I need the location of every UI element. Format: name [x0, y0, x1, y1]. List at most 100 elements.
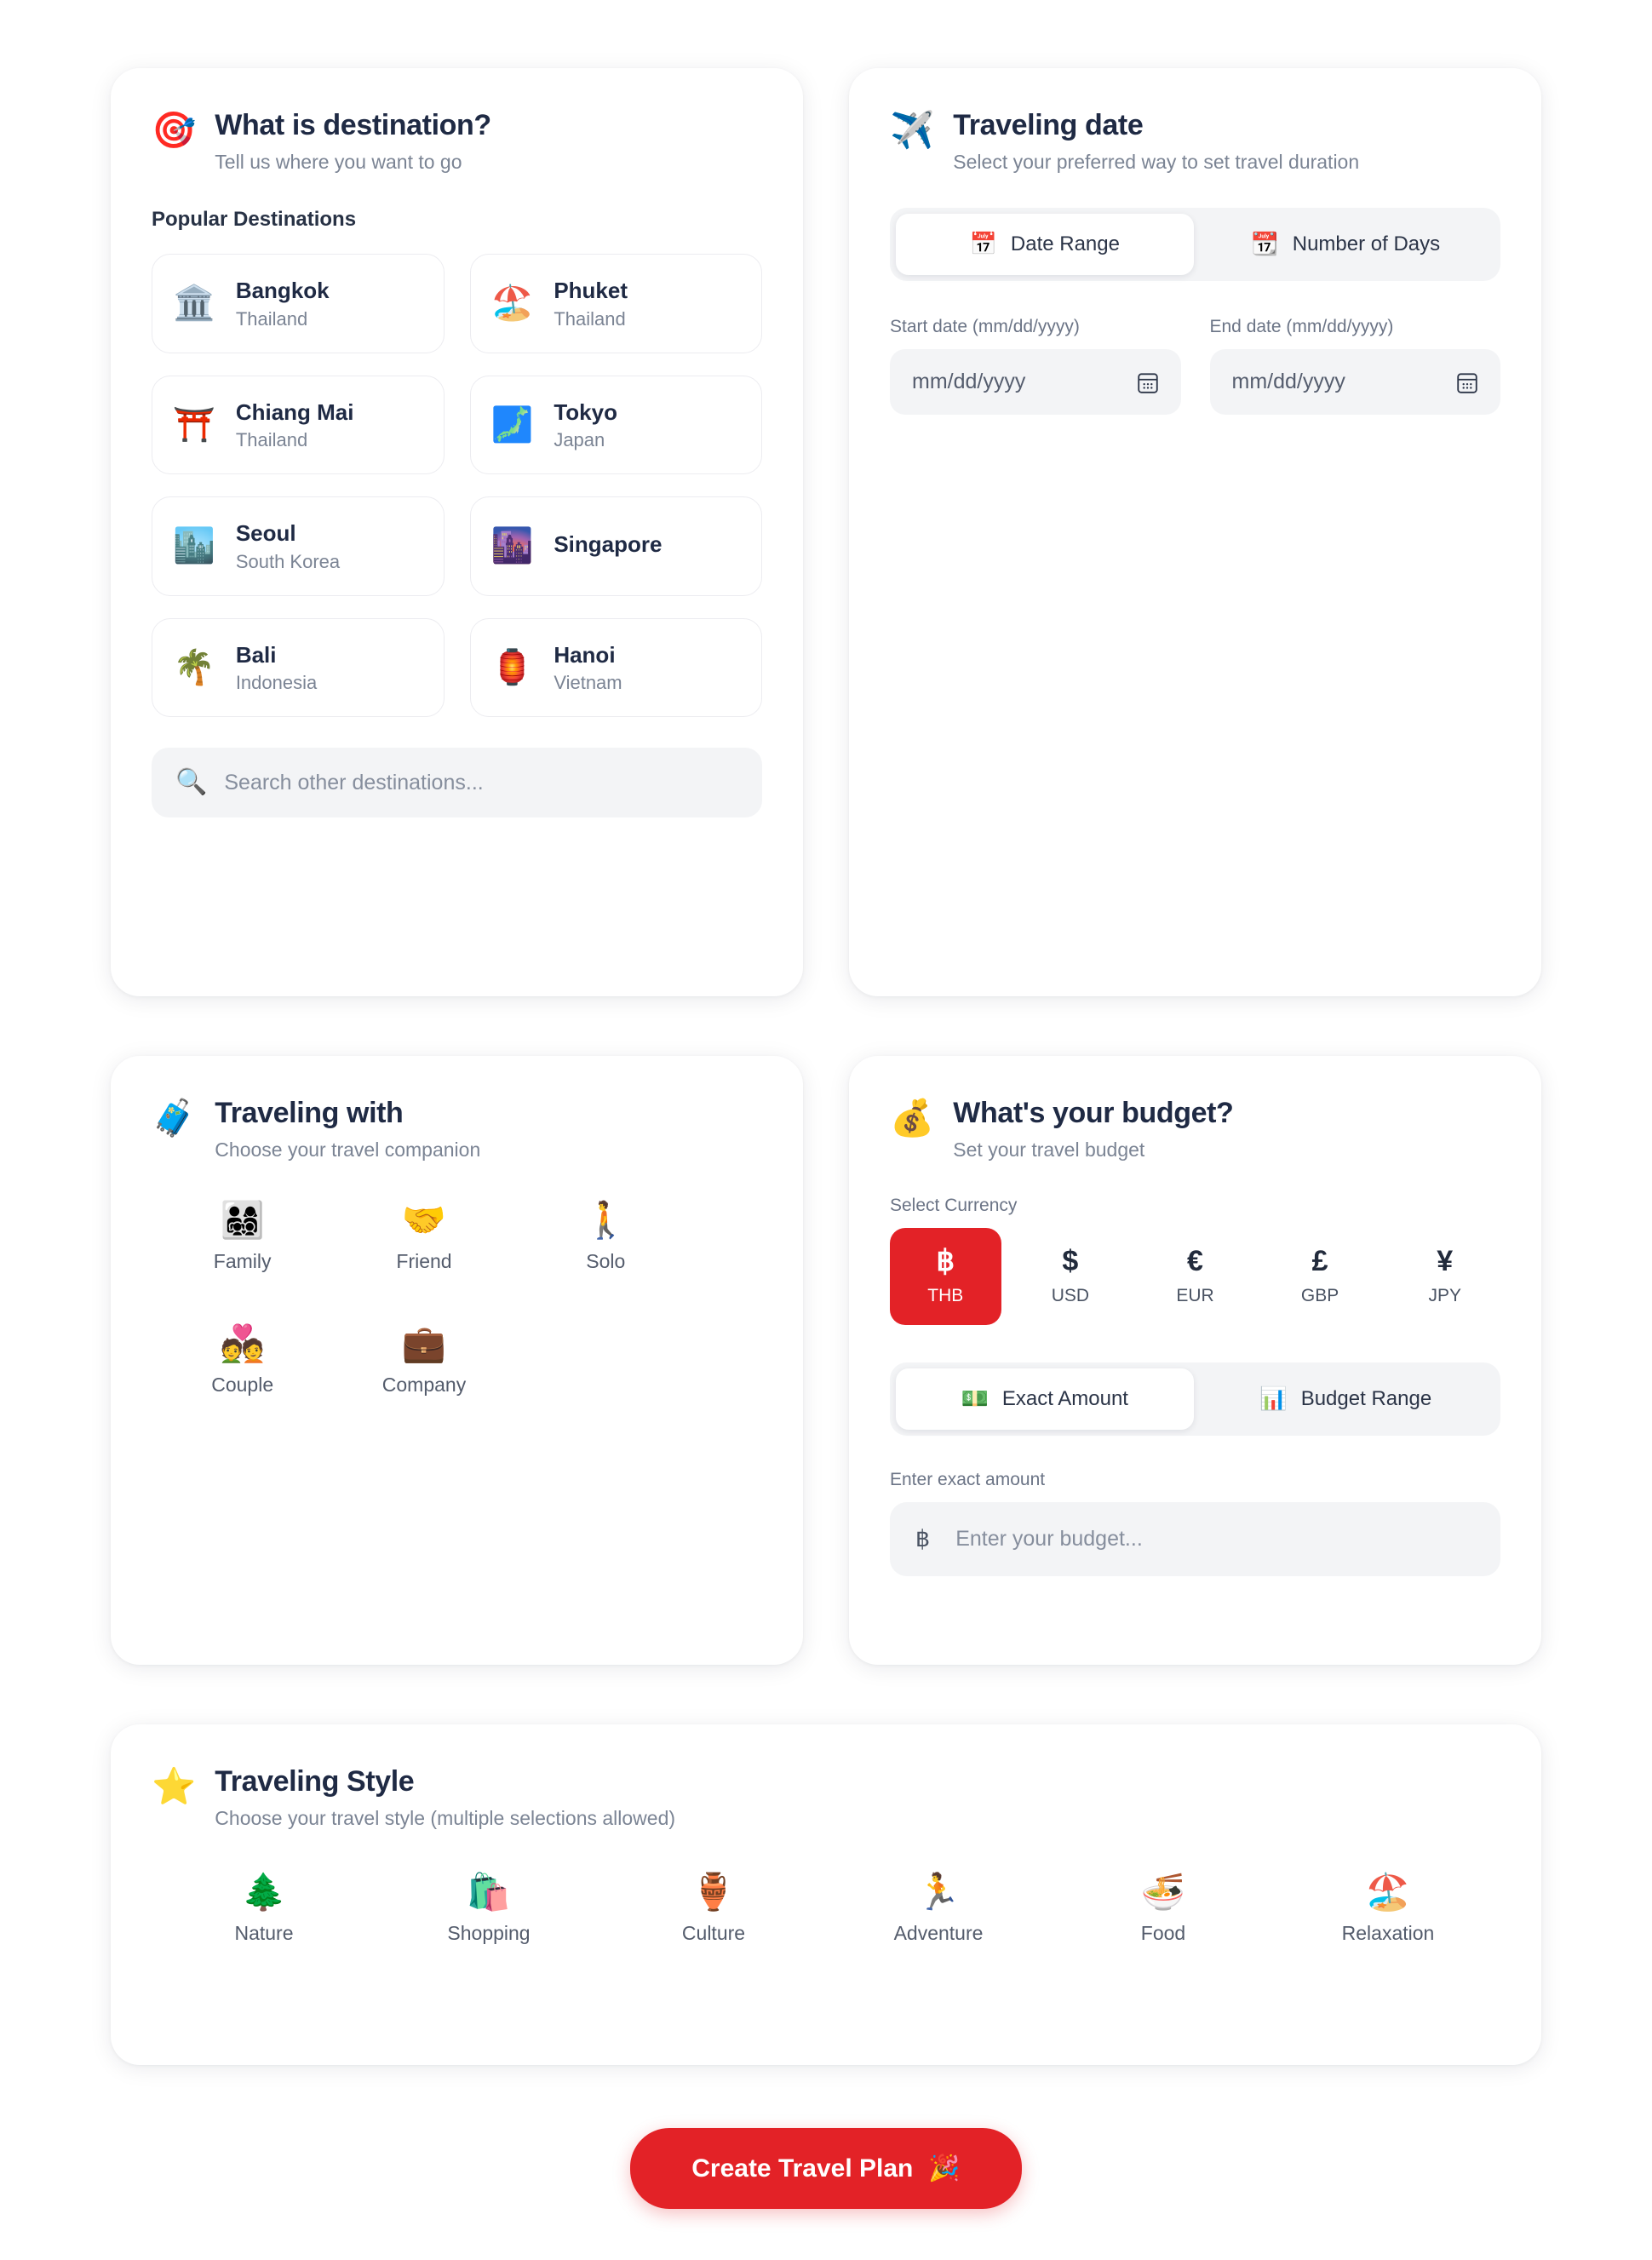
tab-label: Number of Days — [1292, 232, 1441, 256]
city-at-dusk-icon: 🌆 — [490, 526, 534, 566]
traveling-style-title: Traveling Style — [215, 1765, 415, 1798]
red-lantern-icon: 🏮 — [490, 647, 534, 687]
luggage-icon: 🧳 — [152, 1097, 197, 1139]
tear-off-calendar-icon: 📆 — [1251, 232, 1279, 258]
destination-chip-seoul[interactable]: 🏙️ Seoul South Korea — [152, 496, 445, 596]
destination-chip-bali[interactable]: 🌴 Bali Indonesia — [152, 617, 445, 718]
destination-country: Indonesia — [235, 672, 318, 694]
calendar-picker-icon[interactable] — [1137, 370, 1159, 394]
currency-code: THB — [927, 1286, 964, 1306]
destination-city: Phuket — [554, 278, 628, 304]
companion-label: Couple — [211, 1374, 274, 1397]
destination-country: Thailand — [235, 429, 308, 451]
destination-chip-bangkok[interactable]: 🏛️ Bangkok Thailand — [152, 254, 445, 353]
amphora-icon: 🏺 — [691, 1871, 737, 1913]
tab-date-range[interactable]: 📅 Date Range — [896, 214, 1194, 276]
destination-title: What is destination? — [215, 109, 491, 141]
tab-number-of-days[interactable]: 📆 Number of Days — [1197, 214, 1495, 275]
destination-chip-singapore[interactable]: 🌆 Singapore — [469, 496, 762, 596]
destination-country: Vietnam — [554, 672, 622, 694]
currency-code: GBP — [1300, 1286, 1339, 1306]
cta-label: Create Travel Plan — [691, 2154, 914, 2183]
cta-container: Create Travel Plan 🎉 — [111, 2128, 1541, 2209]
style-label: Relaxation — [1341, 1922, 1435, 1945]
budget-amount-input[interactable]: ฿ Enter your budget... — [890, 1502, 1500, 1577]
destination-city: Tokyo — [554, 399, 617, 425]
currency-code: USD — [1051, 1286, 1090, 1306]
traveling-with-panel: 🧳 Traveling with Choose your travel comp… — [111, 1056, 803, 1665]
style-options-grid: 🌲 Nature 🛍️ Shopping 🏺 Culture 🏃 Adventu… — [152, 1867, 1500, 1952]
destination-country: Thailand — [235, 307, 308, 330]
companion-option-family[interactable]: 👨‍👩‍👧‍👦 Family — [152, 1196, 333, 1280]
travel-planner-page: 🎯 What is destination? Tell us where you… — [111, 68, 1541, 2209]
handshake-icon: 🤝 — [401, 1199, 447, 1242]
budget-subtitle: Set your travel budget — [953, 1139, 1145, 1162]
companion-label: Solo — [586, 1250, 626, 1273]
star-icon: ⭐ — [152, 1765, 197, 1807]
destination-chip-chiang-mai[interactable]: ⛩️ Chiang Mai Thailand — [152, 375, 445, 475]
tab-exact-amount[interactable]: 💵 Exact Amount — [896, 1368, 1194, 1431]
currency-option-thb[interactable]: ฿ THB — [890, 1228, 1001, 1326]
currency-symbol: £ — [1311, 1245, 1328, 1278]
start-date-input[interactable]: mm/dd/yyyy — [890, 349, 1181, 416]
currency-option-usd[interactable]: $ USD — [1015, 1228, 1127, 1325]
currency-selector: ฿ THB $ USD € EUR £ GBP ¥ JPY — [890, 1228, 1500, 1326]
destination-chip-hanoi[interactable]: 🏮 Hanoi Vietnam — [469, 617, 762, 718]
tab-budget-range[interactable]: 📊 Budget Range — [1197, 1368, 1495, 1430]
currency-option-gbp[interactable]: £ GBP — [1265, 1228, 1376, 1325]
companion-label: Friend — [396, 1250, 452, 1273]
classical-building-icon: 🏛️ — [173, 284, 215, 324]
person-running-icon: 🏃 — [915, 1871, 961, 1913]
style-option-shopping[interactable]: 🛍️ Shopping — [376, 1867, 601, 1952]
traveling-with-subtitle: Choose your travel companion — [215, 1139, 481, 1162]
beach-umbrella-icon: 🏖️ — [490, 284, 534, 324]
create-travel-plan-button[interactable]: Create Travel Plan 🎉 — [630, 2128, 1022, 2209]
palm-tree-icon: 🌴 — [173, 647, 215, 687]
currency-option-eur[interactable]: € EUR — [1139, 1228, 1251, 1325]
magnifying-glass-icon: 🔍 — [175, 767, 208, 798]
traveling-date-header: ✈️ Traveling date Select your preferred … — [890, 107, 1500, 174]
evergreen-tree-icon: 🌲 — [241, 1871, 287, 1913]
end-date-field-group: End date (mm/dd/yyyy) mm/dd/yyyy — [1209, 317, 1500, 416]
style-option-adventure[interactable]: 🏃 Adventure — [826, 1867, 1051, 1952]
style-option-culture[interactable]: 🏺 Culture — [601, 1867, 826, 1952]
currency-symbol: ฿ — [936, 1245, 955, 1278]
calendar-picker-icon[interactable] — [1456, 370, 1478, 394]
start-date-placeholder: mm/dd/yyyy — [912, 370, 1026, 394]
briefcase-icon: 💼 — [401, 1322, 447, 1365]
companion-option-friend[interactable]: 🤝 Friend — [333, 1196, 514, 1280]
companion-option-company[interactable]: 💼 Company — [333, 1319, 514, 1403]
end-date-input[interactable]: mm/dd/yyyy — [1209, 349, 1500, 416]
destination-chip-tokyo[interactable]: 🗾 Tokyo Japan — [469, 375, 762, 475]
destination-city: Singapore — [554, 531, 663, 558]
search-placeholder: Search other destinations... — [224, 770, 484, 794]
style-option-food[interactable]: 🍜 Food — [1051, 1867, 1276, 1952]
steaming-bowl-icon: 🍜 — [1140, 1871, 1186, 1913]
map-of-japan-icon: 🗾 — [490, 404, 534, 445]
date-mode-tabs: 📅 Date Range 📆 Number of Days — [890, 208, 1500, 282]
destination-chip-grid: 🏛️ Bangkok Thailand 🏖️ Phuket Thailand ⛩… — [152, 254, 762, 718]
style-option-nature[interactable]: 🌲 Nature — [152, 1867, 376, 1952]
destination-search-input[interactable]: 🔍 Search other destinations... — [152, 748, 762, 818]
companion-options-grid: 👨‍👩‍👧‍👦 Family 🤝 Friend 🚶 Solo 💑 Couple … — [152, 1196, 697, 1403]
date-fields-row: Start date (mm/dd/yyyy) mm/dd/yyyy End d… — [890, 317, 1500, 416]
traveling-date-panel: ✈️ Traveling date Select your preferred … — [849, 68, 1541, 996]
companion-label: Family — [213, 1250, 272, 1273]
companion-option-couple[interactable]: 💑 Couple — [152, 1319, 333, 1403]
currency-symbol: $ — [1062, 1245, 1079, 1278]
destination-country: Japan — [554, 429, 605, 451]
companion-option-solo[interactable]: 🚶 Solo — [515, 1196, 697, 1280]
panels-grid: 🎯 What is destination? Tell us where you… — [111, 68, 1541, 1665]
style-option-relaxation[interactable]: 🏖️ Relaxation — [1276, 1867, 1500, 1952]
person-walking-icon: 🚶 — [583, 1199, 628, 1242]
currency-option-jpy[interactable]: ¥ JPY — [1389, 1228, 1500, 1325]
destination-chip-phuket[interactable]: 🏖️ Phuket Thailand — [469, 254, 762, 353]
currency-symbol: € — [1187, 1245, 1203, 1278]
traveling-style-panel: ⭐ Traveling Style Choose your travel sty… — [111, 1724, 1541, 2065]
enter-exact-amount-label: Enter exact amount — [890, 1470, 1046, 1490]
tab-label: Budget Range — [1300, 1387, 1432, 1411]
tab-label: Date Range — [1010, 232, 1120, 256]
select-currency-label: Select Currency — [890, 1196, 1018, 1216]
currency-prefix-symbol: ฿ — [915, 1526, 931, 1552]
cityscape-icon: 🏙️ — [173, 526, 215, 566]
